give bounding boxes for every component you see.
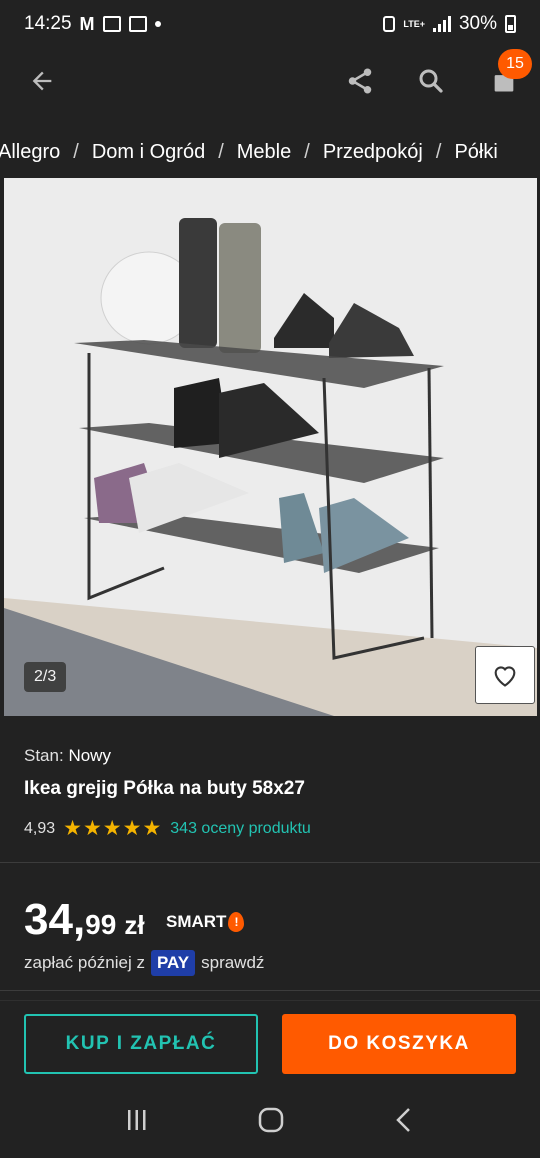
image-counter: 2/3 [24, 662, 67, 692]
heart-icon [494, 666, 516, 687]
recent-apps-button[interactable] [124, 1107, 150, 1138]
price: 34, 99 zł [24, 895, 145, 945]
battery-icon [505, 15, 516, 33]
pay-later-check-link[interactable]: sprawdź [201, 953, 264, 973]
condition-label: Stan: [24, 746, 64, 765]
add-to-favorites-button[interactable] [475, 646, 535, 704]
product-rating[interactable]: 4,93 ★★★★★ 343 oceny produktu [24, 816, 516, 841]
system-navigation-bar [0, 1086, 540, 1158]
price-integer: 34, [24, 895, 86, 944]
search-icon [419, 69, 443, 93]
divider [0, 990, 540, 991]
product-image-gallery[interactable]: 2/3 [4, 178, 537, 716]
rating-count-link[interactable]: 343 oceny produktu [170, 820, 311, 838]
recent-apps-icon [127, 1109, 146, 1130]
add-to-cart-button[interactable]: DO KOSZYKA [282, 1014, 516, 1074]
product-title: Ikea grejig Półka na buty 58x27 [24, 778, 305, 799]
search-button[interactable] [407, 57, 455, 105]
signal-icon [432, 16, 451, 32]
breadcrumb-item-dom-i-ogrod[interactable]: Dom i Ogród [92, 141, 205, 164]
notification-dot-icon [154, 21, 161, 27]
battery-percent: 30% [458, 13, 497, 34]
share-icon [348, 68, 372, 94]
home-button[interactable] [257, 1106, 285, 1139]
status-time: 14:25 [24, 13, 72, 34]
breadcrumb-separator: / [304, 140, 310, 163]
breadcrumb-item-przedpokoj[interactable]: Przedpokój [323, 141, 423, 164]
arrow-left-icon [32, 71, 52, 91]
breadcrumb-separator: / [73, 140, 79, 163]
breadcrumb: Allegro / Dom i Ogród / Meble / Przedpok… [0, 128, 538, 176]
product-condition: Stan: Nowy [24, 746, 516, 766]
network-type: LTE+ [403, 18, 425, 29]
divider [0, 862, 540, 863]
status-bar: 14:25 M LTE+ 30% [0, 0, 540, 48]
condition-value: Nowy [68, 746, 111, 765]
cart-button[interactable]: 15 [480, 49, 532, 105]
home-icon [258, 1107, 284, 1132]
brightness-icon [128, 16, 147, 32]
buy-now-button[interactable]: KUP I ZAPŁAĆ [24, 1014, 258, 1074]
divider [0, 1000, 540, 1001]
smart-label: SMART [166, 912, 227, 931]
system-back-button[interactable] [392, 1106, 416, 1139]
rating-value: 4,93 [24, 819, 56, 837]
chevron-left-icon [396, 1107, 411, 1132]
pay-badge: PAY [150, 950, 196, 976]
product-info: Stan: Nowy Ikea grejig Półka na buty 58x… [0, 716, 540, 841]
back-button[interactable] [18, 57, 66, 105]
smart-exclamation-icon: ! [228, 912, 245, 932]
gmail-icon: M [79, 13, 95, 34]
breadcrumb-separator: / [218, 140, 224, 163]
breadcrumb-item-meble[interactable]: Meble [237, 141, 291, 164]
app-bar: 15 [0, 48, 540, 114]
product-photo [4, 178, 537, 716]
smart-badge: SMART ! [166, 912, 245, 932]
pay-later-prefix: zapłać później z [24, 953, 145, 972]
price-decimal: 99 [85, 909, 117, 940]
share-button[interactable] [336, 57, 384, 105]
gallery-icon [102, 16, 121, 32]
rating-stars-icon: ★★★★★ [63, 817, 163, 840]
data-saver-icon [383, 16, 396, 32]
breadcrumb-item-allegro[interactable]: Allegro [0, 141, 60, 164]
cart-count-badge: 15 [498, 49, 532, 79]
breadcrumb-item-polki[interactable]: Półki [454, 141, 497, 164]
pay-later[interactable]: zapłać później z PAY sprawdź [24, 950, 264, 976]
breadcrumb-separator: / [435, 140, 442, 163]
price-currency: zł [124, 910, 145, 940]
